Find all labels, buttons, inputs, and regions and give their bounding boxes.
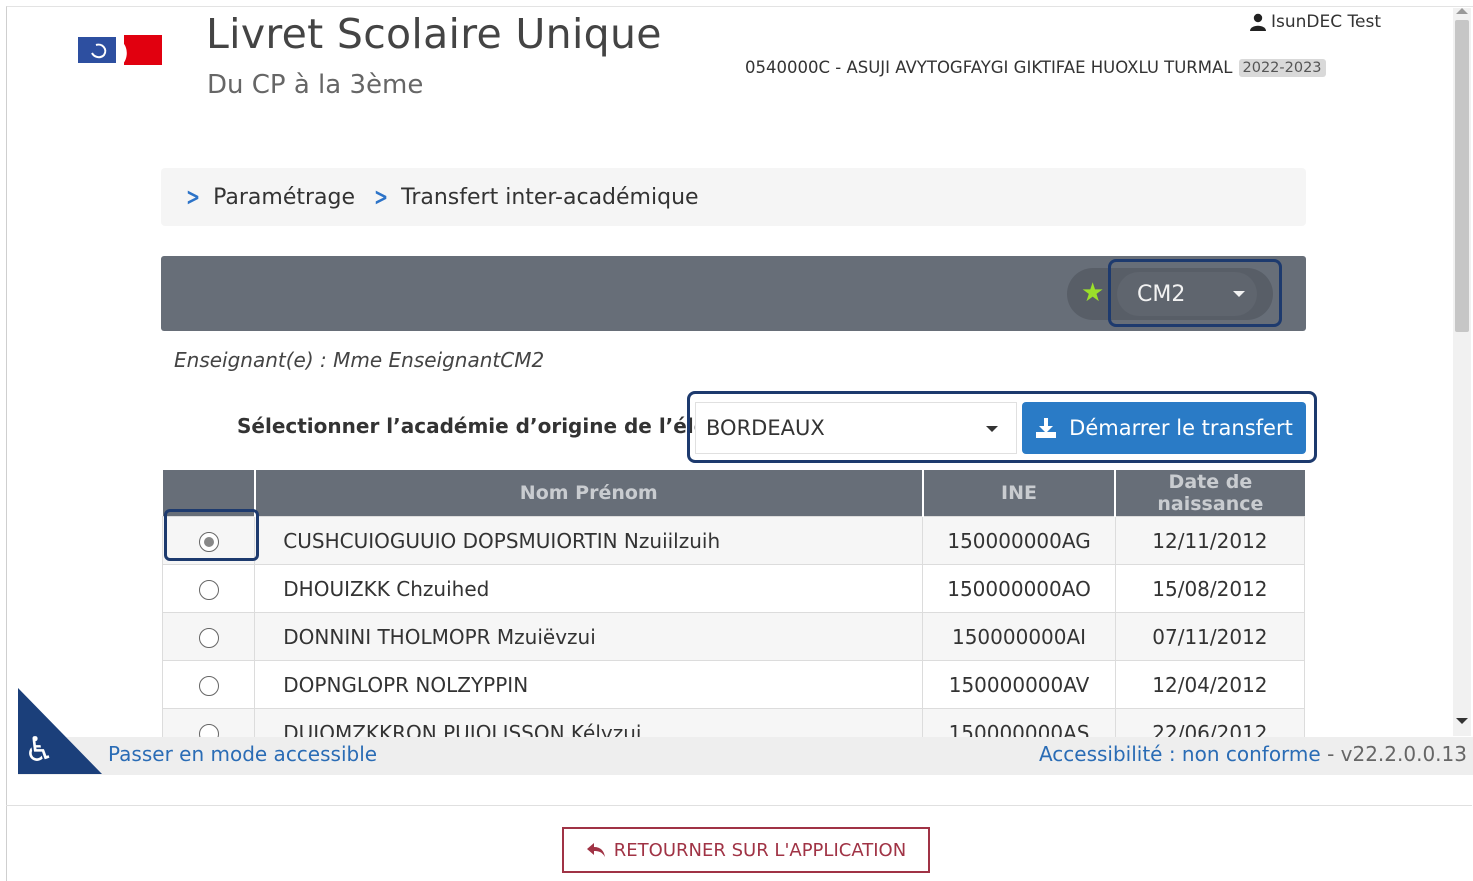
highlight-class-select [1108,259,1282,327]
student-dob: 12/04/2012 [1114,660,1306,709]
app-subtitle: Du CP à la 3ème [207,70,424,100]
school-info: 0540000C - ASUJI AVYTOGFAYGI GIKTIFAE HU… [745,58,1326,77]
table-row[interactable]: DOPNGLOPR NOLZYPPIN 150000000AV 12/04/20… [161,660,1306,709]
breadcrumb-label: Paramétrage [213,184,356,210]
student-ine: 150000000AO [922,564,1116,613]
student-radio[interactable] [198,628,219,648]
breadcrumb-item-transfert[interactable]: > Transfert inter-académique [371,183,699,211]
breadcrumb-label: Transfert inter-académique [401,184,699,210]
table-row[interactable]: CUSHCUIOGUUIO DOPSMUIORTIN Nzuiilzuih 15… [161,516,1306,565]
highlight-selected-radio [164,509,259,561]
school-name: 0540000C - ASUJI AVYTOGFAYGI GIKTIFAE HU… [745,58,1233,77]
wheelchair-icon[interactable]: ♿ [24,730,54,770]
student-name: CUSHCUIOGUUIO DOPSMUIORTIN Nzuiilzuih [254,516,924,565]
student-name: DOPNGLOPR NOLZYPPIN [254,660,924,709]
app-version: - v22.2.0.0.13 [1320,742,1467,766]
column-header-ine[interactable]: INE [922,470,1117,517]
return-to-app-button[interactable]: RETOURNER SUR L'APPLICATION [562,827,930,873]
year-badge: 2022-2023 [1238,58,1326,77]
column-header-dob[interactable]: Date de naissance [1115,470,1305,517]
chevron-right-icon: > [374,183,389,211]
user-name: IsunDEC Test [1270,12,1381,32]
student-radio[interactable] [198,676,219,696]
footer-divider [6,805,1472,806]
academy-select-value: BORDEAUX [706,416,825,440]
accessible-mode-link[interactable]: Passer en mode accessible [108,742,377,766]
chevron-down-icon [986,426,998,432]
scroll-up-arrow[interactable] [1456,8,1468,14]
breadcrumb: > Paramétrage > Transfert inter-académiq… [161,168,1306,226]
student-name: DONNINI THOLMOPR Mzuiëvzui [254,612,924,661]
star-icon[interactable]: ★ [1081,278,1104,308]
student-radio[interactable] [198,580,219,600]
student-ine: 150000000AI [922,612,1116,661]
download-icon [1036,418,1057,438]
return-to-app-label: RETOURNER SUR L'APPLICATION [613,839,907,861]
marianne-logo [78,35,162,65]
column-header-name[interactable]: Nom Prénom [254,470,924,517]
start-transfer-label: Démarrer le transfert [1069,416,1293,440]
academy-label: Sélectionner l’académie d’origine de l’é… [237,414,749,438]
student-ine: 150000000AG [922,516,1116,565]
start-transfer-button[interactable]: Démarrer le transfert [1022,402,1306,454]
accessibility-status: Accessibilité : non conforme - v22.2.0.0… [1039,742,1467,766]
scrollbar-thumb[interactable] [1455,20,1469,332]
table-header-row: Nom Prénom INE Date de naissance [162,470,1305,517]
scroll-down-arrow[interactable] [1456,718,1468,724]
accessibility-status-link[interactable]: Accessibilité : non conforme [1039,742,1321,766]
user-icon [1249,13,1266,31]
table-row[interactable]: DHOUIZKK Chzuihed 150000000AO 15/08/2012 [161,564,1306,613]
app-title: Livret Scolaire Unique [206,10,662,58]
student-ine: 150000000AV [922,660,1116,709]
table-row[interactable]: DONNINI THOLMOPR Mzuiëvzui 150000000AI 0… [161,612,1306,661]
user-menu[interactable]: IsunDEC Test [1249,12,1381,32]
breadcrumb-item-parametrage[interactable]: > Paramétrage [183,183,355,211]
students-table: Nom Prénom INE Date de naissance CUSHCUI… [161,470,1306,757]
student-dob: 12/11/2012 [1114,516,1306,565]
student-dob: 07/11/2012 [1114,612,1306,661]
teacher-label: Enseignant(e) : Mme EnseignantCM2 [174,348,545,372]
chevron-right-icon: > [186,183,201,211]
academy-select[interactable]: BORDEAUX [695,402,1017,454]
student-name: DHOUIZKK Chzuihed [254,564,924,613]
reply-arrow-icon [586,843,605,857]
student-dob: 15/08/2012 [1114,564,1306,613]
